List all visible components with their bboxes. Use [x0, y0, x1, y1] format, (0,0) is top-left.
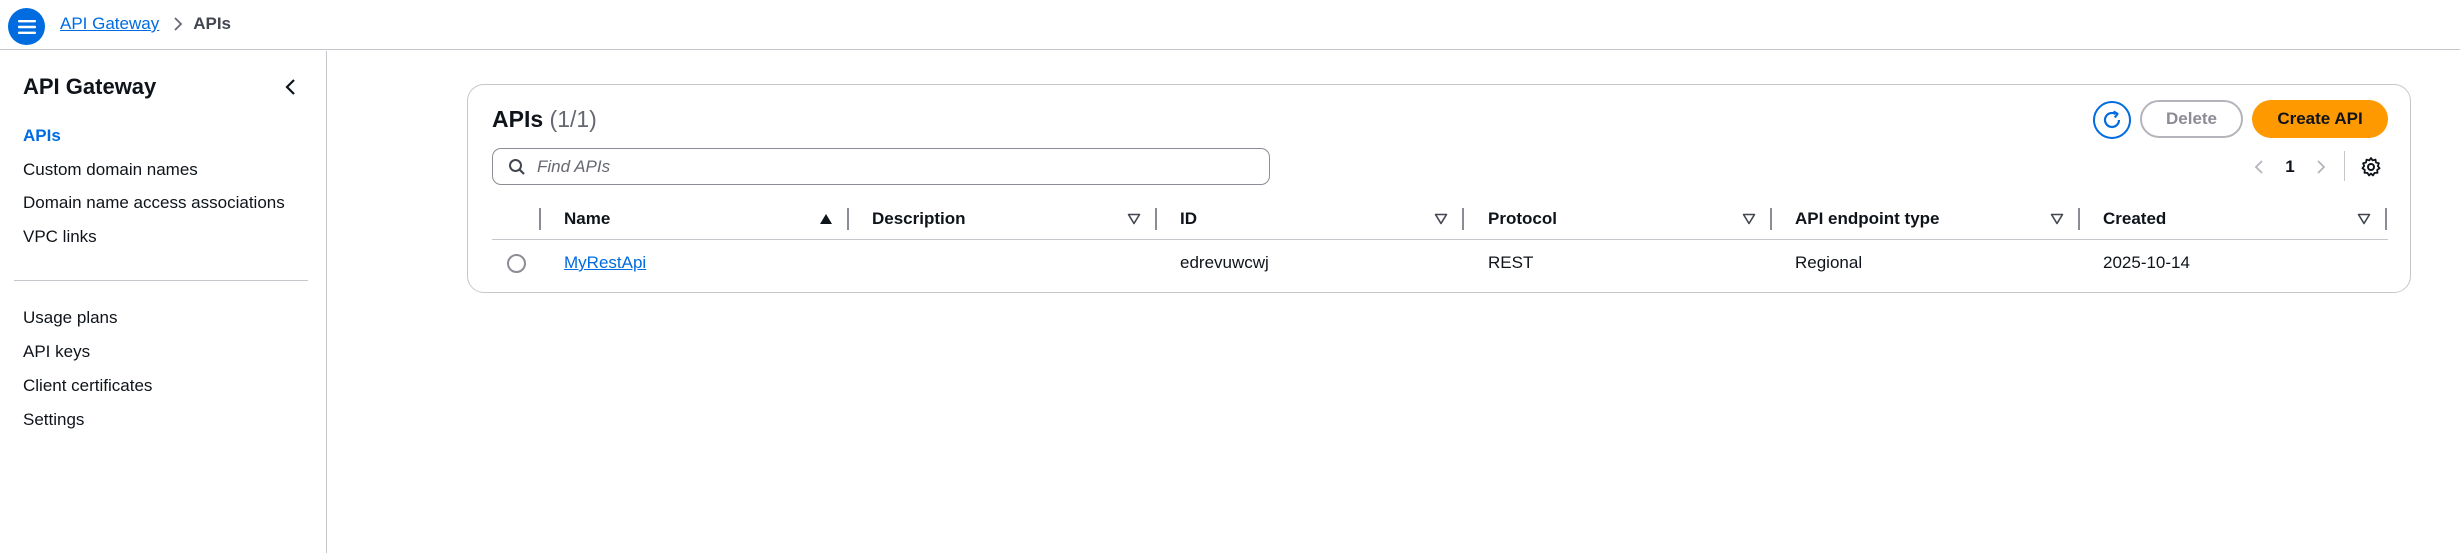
sidebar-divider: [14, 280, 308, 281]
sidebar-item-client-certificates[interactable]: Client certificates: [23, 376, 152, 396]
chevron-left-icon: [285, 79, 295, 95]
sort-icon[interactable]: [2050, 212, 2064, 226]
table-header: Name Description ID Protocol API endpoin…: [492, 198, 2388, 240]
delete-button[interactable]: Delete: [2140, 100, 2243, 138]
sidebar-item-custom-domain-names[interactable]: Custom domain names: [23, 160, 198, 180]
column-separator[interactable]: [2385, 208, 2387, 230]
breadcrumb-link-api-gateway[interactable]: API Gateway: [60, 14, 159, 34]
api-id: edrevuwcwj: [1180, 253, 1269, 272]
pagination-divider: [2344, 151, 2345, 181]
table-preferences-button[interactable]: [2358, 154, 2384, 180]
column-separator[interactable]: [1155, 208, 1157, 230]
create-api-button[interactable]: Create API: [2252, 100, 2388, 138]
api-protocol: REST: [1488, 253, 1534, 272]
sidebar-item-vpc-links[interactable]: VPC links: [23, 227, 97, 247]
search-icon: [507, 157, 527, 177]
sidebar-item-settings[interactable]: Settings: [23, 410, 84, 430]
api-endpoint-type: Regional: [1795, 253, 1863, 272]
column-header-id[interactable]: ID: [1180, 198, 1197, 240]
sort-icon[interactable]: [2357, 212, 2371, 226]
api-name-link[interactable]: MyRestApi: [564, 253, 646, 273]
column-separator[interactable]: [1462, 208, 1464, 230]
search-input[interactable]: [537, 156, 1237, 177]
sort-icon[interactable]: [1742, 212, 1756, 226]
column-separator[interactable]: [847, 208, 849, 230]
chevron-left-icon: [2254, 160, 2263, 174]
page-title: APIs (1/1): [492, 106, 597, 133]
search-field[interactable]: [492, 148, 1270, 185]
column-header-api-endpoint-type[interactable]: API endpoint type: [1795, 198, 1940, 240]
sidebar-item-apis[interactable]: APIs: [23, 126, 61, 146]
top-navigation: API Gateway APIs: [0, 0, 2460, 50]
chevron-right-icon: [173, 17, 183, 31]
next-page-button[interactable]: [2310, 155, 2332, 179]
sidebar-title: API Gateway: [23, 74, 157, 99]
refresh-button[interactable]: [2093, 101, 2131, 139]
column-separator[interactable]: [2078, 208, 2080, 230]
table-row[interactable]: MyRestApi edrevuwcwj REST Regional 2025-…: [492, 241, 2388, 285]
breadcrumb: API Gateway APIs: [60, 14, 231, 34]
previous-page-button[interactable]: [2248, 155, 2270, 179]
apis-table-container: APIs (1/1) Delete Create API 1 Nam: [467, 84, 2411, 293]
api-created-date: 2025-10-14: [2103, 253, 2190, 272]
page-number[interactable]: 1: [2270, 157, 2310, 177]
column-header-created[interactable]: Created: [2103, 198, 2166, 240]
column-header-protocol[interactable]: Protocol: [1488, 198, 1557, 240]
row-select-radio[interactable]: [507, 254, 526, 273]
sort-icon[interactable]: [1434, 212, 1448, 226]
item-count: (1/1): [549, 106, 597, 132]
menu-icon: [17, 19, 36, 34]
settings-icon: [2361, 157, 2381, 177]
breadcrumb-current: APIs: [193, 14, 232, 33]
sidebar-item-domain-name-access-associations[interactable]: Domain name access associations: [23, 193, 285, 213]
pagination: 1: [2248, 153, 2332, 181]
close-sidebar-button[interactable]: [278, 75, 302, 99]
menu-button[interactable]: [8, 8, 45, 45]
chevron-right-icon: [2317, 160, 2326, 174]
sidebar-item-api-keys[interactable]: API keys: [23, 342, 90, 362]
sidebar-item-usage-plans[interactable]: Usage plans: [23, 308, 118, 328]
column-separator[interactable]: [1770, 208, 1772, 230]
column-header-name[interactable]: Name: [564, 198, 610, 240]
sidebar: API Gateway APIs Custom domain names Dom…: [0, 51, 327, 553]
refresh-icon: [2103, 110, 2121, 129]
column-header-description[interactable]: Description: [872, 198, 966, 240]
table-title: APIs: [492, 106, 544, 132]
sort-icon[interactable]: [1127, 212, 1141, 226]
column-separator: [539, 208, 541, 230]
sort-ascending-icon[interactable]: [819, 212, 833, 226]
